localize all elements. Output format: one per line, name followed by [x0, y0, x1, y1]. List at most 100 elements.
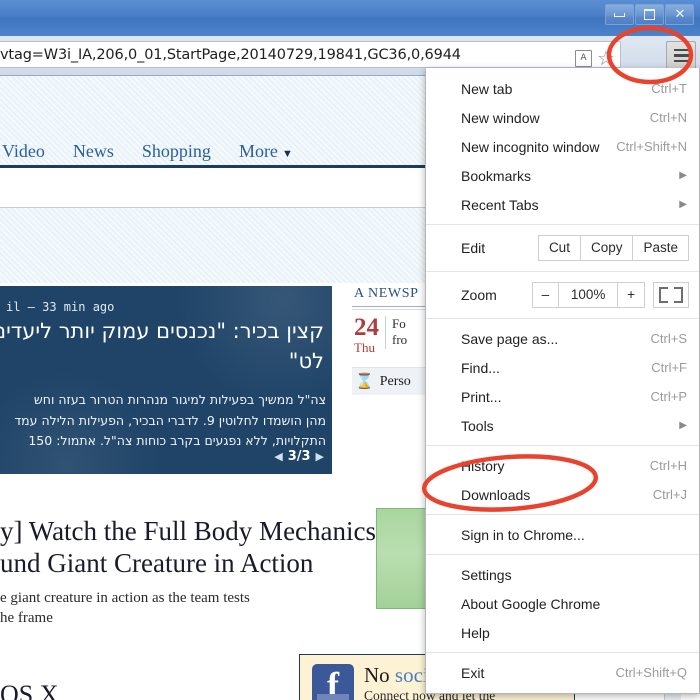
- menu-item-history[interactable]: History Ctrl+H: [426, 451, 699, 480]
- carousel-next-icon[interactable]: ▶: [316, 450, 324, 463]
- window-controls: ✕: [604, 4, 694, 25]
- menu-item-save-page-as[interactable]: Save page as... Ctrl+S: [426, 324, 699, 353]
- hero-news-panel: il – 33 min ago קצין בכיר: "נכנסים עמוק …: [0, 286, 332, 474]
- fullscreen-corner-br-icon: [674, 294, 683, 303]
- menu-item-save-page-as-accel: Ctrl+S: [650, 331, 687, 346]
- social-card-heading-a: No: [364, 663, 395, 687]
- bookmark-star-icon[interactable]: ☆: [596, 48, 616, 67]
- hero-carousel-pager[interactable]: ◀ 3/3 ▶: [274, 449, 324, 464]
- nav-link-more[interactable]: More ▼: [239, 141, 293, 162]
- hamburger-line-2: [673, 54, 689, 57]
- minimize-button[interactable]: [605, 4, 634, 25]
- newspaper-text-line-2: fro: [392, 332, 408, 348]
- zoom-in-button[interactable]: +: [617, 281, 645, 309]
- nav-link-news[interactable]: News: [73, 141, 114, 162]
- menu-item-history-accel: Ctrl+H: [649, 458, 687, 473]
- menu-item-bookmarks-label: Bookmarks: [461, 167, 532, 184]
- menu-item-downloads[interactable]: Downloads Ctrl+J: [426, 480, 699, 509]
- article-deck: e giant creature in action as the team t…: [0, 588, 340, 629]
- window-title-bar: ✕: [0, 0, 700, 37]
- menu-item-new-window[interactable]: New window Ctrl+N: [426, 103, 699, 132]
- hero-body-line-1: צה"ל ממשיך בפעילות למיגור מנהרות הטרור ב…: [33, 392, 326, 407]
- chevron-right-icon: ▶: [679, 199, 687, 210]
- chrome-main-menu: New tab Ctrl+T New window Ctrl+N New inc…: [425, 68, 700, 694]
- chevron-right-icon: ▶: [679, 420, 687, 431]
- menu-separator: [426, 652, 699, 653]
- menu-item-find-accel: Ctrl+F: [651, 360, 687, 375]
- menu-item-downloads-label: Downloads: [461, 486, 531, 503]
- menu-separator: [426, 445, 699, 446]
- nav-link-shopping[interactable]: Shopping: [142, 141, 211, 162]
- menu-separator: [426, 318, 699, 319]
- address-bar[interactable]: vtag=W3i_IA,206,0_01,StartPage,20140729,…: [0, 41, 621, 68]
- menu-zoom-label: Zoom: [461, 287, 497, 303]
- menu-item-recent-tabs-label: Recent Tabs: [461, 196, 539, 213]
- article-headline-line-1: y] Watch the Full Body Mechanics: [0, 516, 377, 546]
- menu-item-bookmarks[interactable]: Bookmarks ▶: [426, 161, 699, 190]
- menu-item-new-tab-label: New tab: [461, 80, 513, 97]
- menu-row-zoom: Zoom – 100% +: [426, 277, 699, 313]
- menu-item-recent-tabs[interactable]: Recent Tabs ▶: [426, 190, 699, 219]
- nav-link-more-label: More: [238, 140, 278, 161]
- copy-button[interactable]: Copy: [579, 234, 634, 262]
- hero-headline-line-2: לט": [288, 349, 324, 374]
- article-headline-line-2: und Giant Creature in Action: [0, 547, 314, 578]
- hero-headline-line-1: קצין בכיר: "נכנסים עמוק יותר ליעדים: [0, 319, 324, 343]
- menu-item-settings-label: Settings: [461, 566, 512, 583]
- maximize-button[interactable]: [635, 4, 664, 25]
- page-white-band: [0, 168, 438, 208]
- hamburger-line-3: [673, 59, 689, 63]
- hero-body-text: צה"ל ממשיך בפעילות למיגור מנהרות הטרור ב…: [0, 390, 326, 452]
- menu-item-tools-label: Tools: [461, 417, 494, 434]
- newspaper-day-name: Thu: [354, 339, 375, 355]
- article-headline[interactable]: y] Watch the Full Body Mechanics und Gia…: [0, 516, 377, 580]
- zoom-button-group: – 100% +: [531, 281, 645, 309]
- hourglass-icon: ⌛: [355, 374, 374, 391]
- chrome-menu-button[interactable]: [666, 41, 696, 70]
- page-nav-links: Video News Shopping More ▼: [0, 134, 438, 168]
- menu-item-about-google-chrome-label: About Google Chrome: [461, 595, 601, 612]
- paste-button[interactable]: Paste: [632, 234, 689, 262]
- facebook-logo-base: [317, 694, 349, 700]
- nav-link-video[interactable]: Video: [2, 141, 45, 162]
- menu-item-find[interactable]: Find... Ctrl+F: [426, 353, 699, 382]
- menu-edit-label: Edit: [461, 240, 486, 256]
- menu-item-print-accel: Ctrl+P: [650, 389, 687, 404]
- cut-button[interactable]: Cut: [537, 234, 581, 262]
- close-button[interactable]: ✕: [665, 4, 694, 25]
- menu-item-help[interactable]: Help: [426, 618, 699, 647]
- hero-headline: קצין בכיר: "נכנסים עמוק יותר ליעדים לט": [0, 316, 324, 377]
- menu-separator: [426, 271, 699, 272]
- translate-icon[interactable]: A: [575, 49, 592, 67]
- fullscreen-button[interactable]: [653, 282, 689, 308]
- chevron-right-icon: ▶: [679, 170, 687, 181]
- menu-item-history-label: History: [461, 457, 505, 474]
- newspaper-personalize-label: Perso: [379, 373, 411, 389]
- menu-item-exit[interactable]: Exit Ctrl+Shift+Q: [426, 658, 699, 687]
- maximize-icon: [644, 9, 655, 20]
- menu-item-tools[interactable]: Tools ▶: [426, 411, 699, 440]
- article-block: y] Watch the Full Body Mechanics und Gia…: [0, 516, 377, 700]
- menu-item-help-label: Help: [461, 624, 490, 641]
- fullscreen-corner-bl-icon: [659, 294, 668, 303]
- menu-item-exit-accel: Ctrl+Shift+Q: [615, 665, 687, 680]
- minimize-icon: [614, 12, 625, 17]
- menu-item-new-tab[interactable]: New tab Ctrl+T: [426, 74, 699, 103]
- menu-item-save-page-as-label: Save page as...: [461, 330, 559, 347]
- nav-link-news-label: News: [72, 140, 114, 161]
- address-bar-value: vtag=W3i_IA,206,0_01,StartPage,20140729,…: [0, 46, 461, 63]
- article-next-headline[interactable]: OS X: [0, 680, 340, 700]
- menu-item-sign-in-to-chrome[interactable]: Sign in to Chrome...: [426, 520, 699, 549]
- menu-item-settings[interactable]: Settings: [426, 560, 699, 589]
- nav-link-shopping-label: Shopping: [141, 140, 211, 161]
- carousel-prev-icon[interactable]: ◀: [274, 450, 282, 463]
- menu-item-about-google-chrome[interactable]: About Google Chrome: [426, 589, 699, 618]
- menu-item-new-incognito-window-accel: Ctrl+Shift+N: [616, 139, 687, 154]
- menu-item-print[interactable]: Print... Ctrl+P: [426, 382, 699, 411]
- menu-item-new-incognito-window[interactable]: New incognito window Ctrl+Shift+N: [426, 132, 699, 161]
- article-deck-line-1: e giant creature in action as the team t…: [0, 589, 250, 606]
- nav-link-video-label: Video: [2, 140, 45, 161]
- menu-item-exit-label: Exit: [461, 664, 485, 681]
- zoom-out-button[interactable]: –: [531, 281, 560, 309]
- hero-body-line-2: מהן הושמדו לחלוטין 9. לדברי הבכיר, הפעיל…: [14, 412, 326, 428]
